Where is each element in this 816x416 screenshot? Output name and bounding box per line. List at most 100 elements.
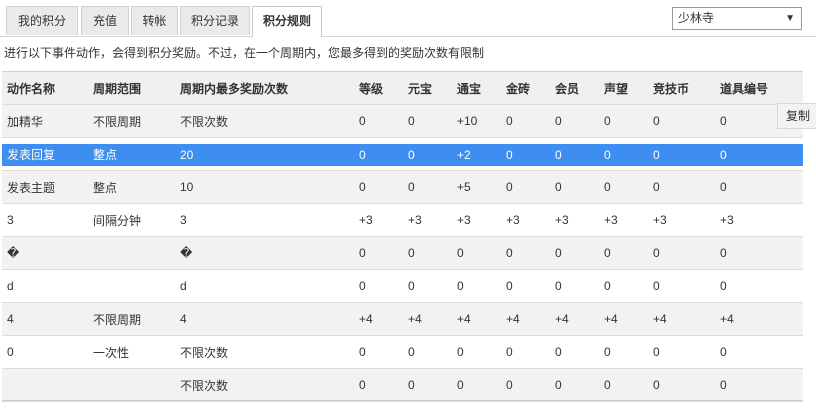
selected-cell-text: 发表回复 <box>2 144 88 166</box>
table-cell: 0 <box>403 170 452 204</box>
table-cell: 0 <box>403 335 452 369</box>
selected-cell-text: 20 <box>175 144 354 166</box>
table-cell <box>2 368 88 402</box>
table-cell: 0 <box>599 269 648 303</box>
table-cell: 0 <box>403 368 452 402</box>
table-bottom-divider <box>2 400 803 401</box>
table-cell: 0 <box>550 335 599 369</box>
tab-my-points[interactable]: 我的积分 <box>6 6 78 35</box>
table-cell: � <box>2 236 88 270</box>
table-cell: +4 <box>715 302 803 336</box>
table-header-row: 动作名称 周期范围 周期内最多奖励次数 等级 元宝 通宝 金砖 会员 声望 竞技币 道具编号 <box>2 71 803 105</box>
table-cell: 发表主题 <box>2 170 88 204</box>
table-row[interactable]: 0 一次性 不限次数 0 0 0 0 0 0 0 0 <box>2 335 803 369</box>
selected-cell-text: 0 <box>403 144 452 166</box>
table-cell: +4 <box>501 302 550 336</box>
column-header: 竞技币 <box>648 71 715 105</box>
tab-recharge[interactable]: 充值 <box>81 6 129 35</box>
table-cell: 0 <box>599 170 648 204</box>
table-cell: 0 <box>501 335 550 369</box>
copy-button[interactable]: 复制 <box>777 103 816 129</box>
table-cell: +2 <box>452 137 501 171</box>
table-cell: 0 <box>648 335 715 369</box>
table-cell: 3 <box>175 203 354 237</box>
table-cell: 0 <box>550 104 599 138</box>
table-cell: +10 <box>452 104 501 138</box>
table-cell: 0 <box>403 137 452 171</box>
table-cell: +4 <box>550 302 599 336</box>
table-cell: +3 <box>452 203 501 237</box>
table-cell: 0 <box>715 170 803 204</box>
table-cell: 不限次数 <box>175 104 354 138</box>
table-cell: 不限次数 <box>175 368 354 402</box>
table-cell: 0 <box>354 368 403 402</box>
table-cell: 0 <box>550 137 599 171</box>
table-cell: 0 <box>501 236 550 270</box>
forum-select[interactable]: 少林寺 ▼ <box>672 7 802 30</box>
table-cell: +4 <box>452 302 501 336</box>
table-cell: +3 <box>403 203 452 237</box>
table-cell: +3 <box>501 203 550 237</box>
tab-transfer[interactable]: 转帐 <box>131 6 178 35</box>
table-cell: 0 <box>715 236 803 270</box>
table-cell: 0 <box>354 170 403 204</box>
table-cell: 0 <box>550 269 599 303</box>
table-cell: 加精华 <box>2 104 88 138</box>
selected-cell-text: 0 <box>550 144 599 166</box>
table-cell: 0 <box>501 368 550 402</box>
table-cell: 0 <box>452 335 501 369</box>
table-cell: 0 <box>715 269 803 303</box>
column-header: 会员 <box>550 71 599 105</box>
table-cell: +3 <box>354 203 403 237</box>
table-cell: 3 <box>2 203 88 237</box>
table-cell: d <box>2 269 88 303</box>
selected-cell-text: 0 <box>648 144 715 166</box>
column-header: 元宝 <box>403 71 452 105</box>
selected-cell-text: 整点 <box>88 144 175 166</box>
table-cell: 0 <box>599 368 648 402</box>
selected-cell-text: 0 <box>599 144 648 166</box>
table-cell: � <box>175 236 354 270</box>
table-cell: 间隔分钟 <box>88 203 175 237</box>
table-cell: 0 <box>599 236 648 270</box>
table-cell: 不限周期 <box>88 302 175 336</box>
table-cell: 整点 <box>88 170 175 204</box>
table-cell: 0 <box>550 368 599 402</box>
table-row[interactable]: 发表主题 整点 10 0 0 +5 0 0 0 0 0 <box>2 170 803 204</box>
column-header: 声望 <box>599 71 648 105</box>
table-cell: 0 <box>501 104 550 138</box>
table-row[interactable]: 发表回复 整点 20 0 0 +2 0 0 0 0 0 <box>2 137 803 171</box>
table-cell: 0 <box>715 137 803 171</box>
selected-cell-text: +2 <box>452 144 501 166</box>
table-cell: 4 <box>2 302 88 336</box>
table-cell: 0 <box>648 104 715 138</box>
table-row[interactable]: 不限次数 0 0 0 0 0 0 0 0 <box>2 368 803 402</box>
table-cell: 10 <box>175 170 354 204</box>
table-cell <box>88 236 175 270</box>
table-cell: 一次性 <box>88 335 175 369</box>
chevron-down-icon: ▼ <box>785 13 795 24</box>
selected-cell-text: 0 <box>501 144 550 166</box>
table-cell: +4 <box>403 302 452 336</box>
table-cell: 不限次数 <box>175 335 354 369</box>
selected-cell-text: 0 <box>715 144 803 166</box>
tab-points-log[interactable]: 积分记录 <box>180 6 250 35</box>
table-cell: d <box>175 269 354 303</box>
table-row[interactable]: 3 间隔分钟 3 +3 +3 +3 +3 +3 +3 +3 +3 <box>2 203 803 237</box>
column-header: 周期内最多奖励次数 <box>175 71 354 105</box>
table-cell: 0 <box>599 335 648 369</box>
table-cell <box>88 269 175 303</box>
table-cell: 0 <box>403 236 452 270</box>
column-header: 道具编号 <box>715 71 803 105</box>
table-cell: 0 <box>354 236 403 270</box>
table-cell: +3 <box>715 203 803 237</box>
table-cell: 0 <box>2 335 88 369</box>
table-row[interactable]: � � 0 0 0 0 0 0 0 0 <box>2 236 803 270</box>
table-cell: 0 <box>648 269 715 303</box>
tab-points-rules[interactable]: 积分规则 <box>252 6 322 37</box>
column-header: 通宝 <box>452 71 501 105</box>
table-row[interactable]: 4 不限周期 4 +4 +4 +4 +4 +4 +4 +4 +4 <box>2 302 803 336</box>
table-row[interactable]: 加精华 不限周期 不限次数 0 0 +10 0 0 0 0 0 <box>2 104 803 138</box>
table-cell: 0 <box>501 137 550 171</box>
table-row[interactable]: dd00000000 <box>2 269 803 303</box>
